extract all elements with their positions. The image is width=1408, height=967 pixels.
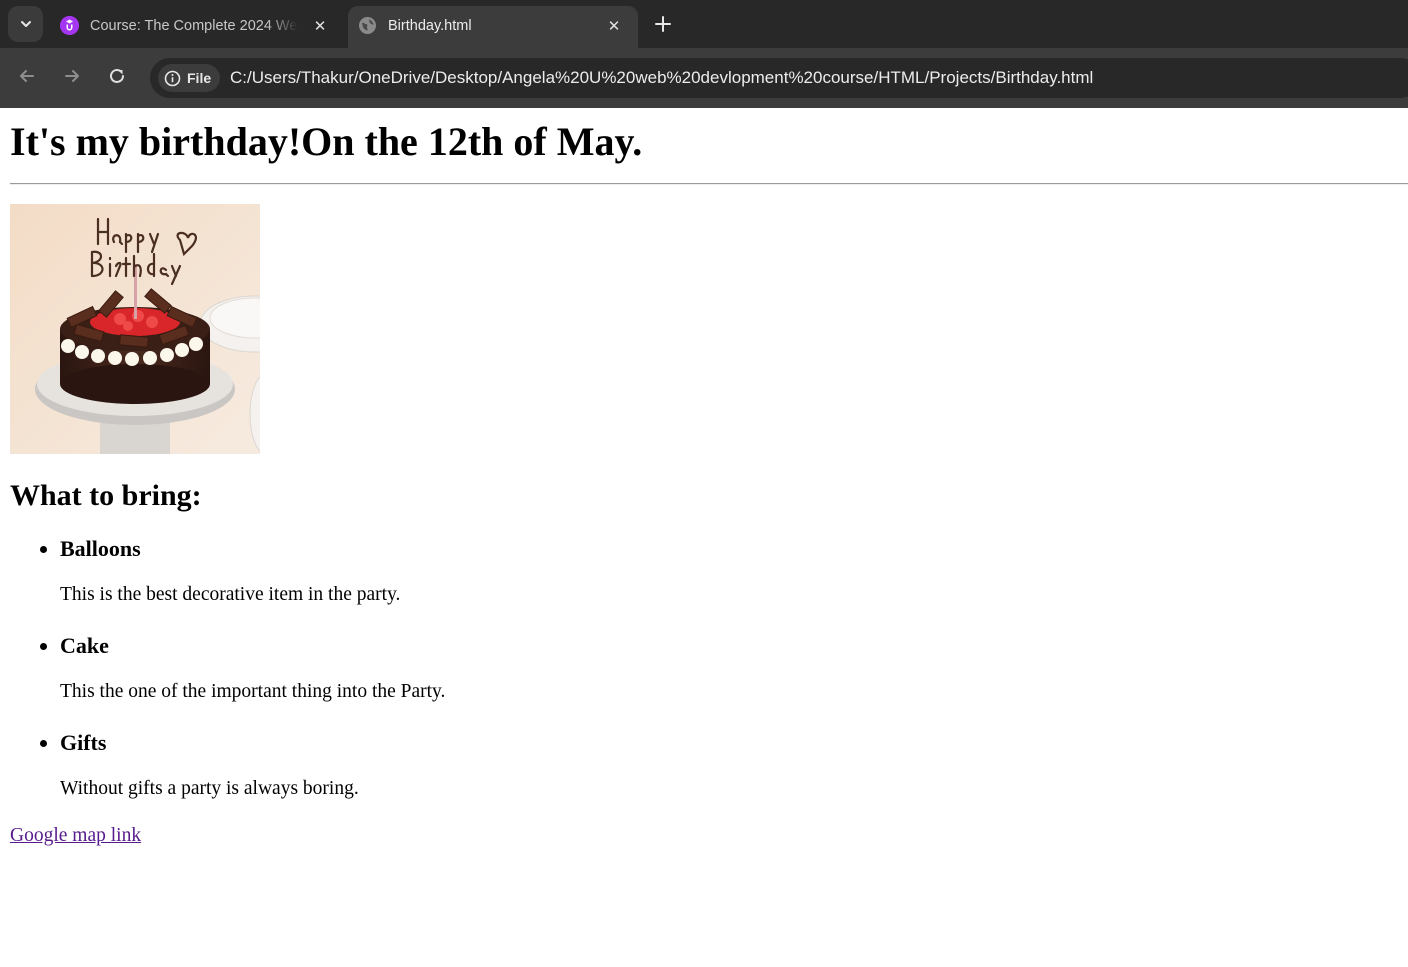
new-tab-button[interactable]: [650, 10, 676, 38]
forward-button[interactable]: [58, 62, 86, 90]
tab-title: Birthday.html: [388, 18, 472, 34]
bullet: [40, 643, 47, 650]
close-tab-icon[interactable]: ✕: [308, 14, 332, 38]
google-map-link[interactable]: Google map link: [10, 824, 141, 848]
tab-strip: Course: The Complete 2024 Web Developmen…: [0, 0, 1408, 48]
toolbar: File C:/Users/Thakur/OneDrive/Desktop/An…: [0, 48, 1408, 108]
tab-udemy-course[interactable]: Course: The Complete 2024 Web Developmen…: [50, 6, 342, 48]
url-text[interactable]: C:/Users/Thakur/OneDrive/Desktop/Angela%…: [230, 67, 1093, 89]
page-content: It's my birthday!On the 12th of May. Wha…: [0, 108, 1408, 967]
item-title: Balloons: [60, 536, 141, 561]
list-item-cake: Cake This the one of the important thing…: [40, 633, 760, 703]
item-description: Without gifts a party is always boring.: [60, 778, 359, 799]
chevron-down-icon: [20, 21, 31, 27]
page-title: It's my birthday!On the 12th of May.: [10, 119, 643, 164]
item-title: Cake: [60, 633, 109, 658]
close-tab-icon[interactable]: ✕: [602, 14, 626, 38]
reload-button[interactable]: [103, 62, 131, 90]
list-heading: What to bring:: [10, 479, 202, 512]
arrow-right-icon: [65, 70, 79, 82]
back-button[interactable]: [13, 62, 41, 90]
arrow-left-icon: [20, 70, 34, 82]
site-info-chip[interactable]: File: [158, 64, 220, 92]
info-icon: [164, 70, 181, 87]
address-bar[interactable]: File C:/Users/Thakur/OneDrive/Desktop/An…: [150, 58, 1408, 98]
bullet: [40, 740, 47, 747]
list-item-balloons: Balloons This is the best decorative ite…: [40, 536, 760, 606]
site-chip-label: File: [187, 70, 212, 86]
birthday-cake-image: [10, 204, 260, 454]
bullet: [40, 546, 47, 553]
plus-icon: [655, 16, 671, 32]
tab-birthday[interactable]: Birthday.html ✕: [348, 6, 638, 48]
tab-search-button[interactable]: [8, 6, 43, 42]
item-description: This is the best decorative item in the …: [60, 584, 401, 605]
item-title: Gifts: [60, 730, 107, 755]
udemy-icon: [60, 16, 79, 35]
tab-title: Course: The Complete 2024 Web Developmen…: [90, 18, 298, 34]
browser-chrome: Course: The Complete 2024 Web Developmen…: [0, 0, 1408, 108]
globe-icon: [358, 16, 377, 35]
reload-icon: [110, 68, 124, 83]
divider: [10, 183, 1408, 185]
list-item-gifts: Gifts Without gifts a party is always bo…: [40, 730, 760, 800]
item-description: This the one of the important thing into…: [60, 681, 446, 702]
